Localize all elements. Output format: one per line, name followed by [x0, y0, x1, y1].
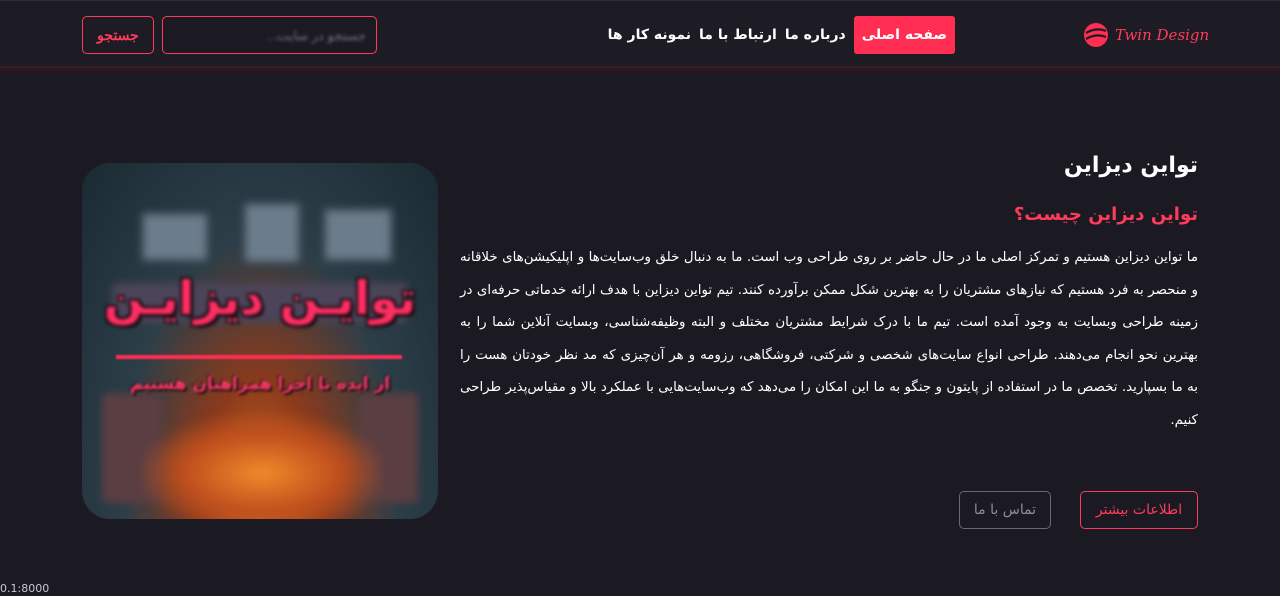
nav-item-portfolio[interactable]: نمونه کار ها: [608, 18, 691, 52]
more-info-button[interactable]: اطلاعات بیشتر: [1080, 491, 1198, 529]
description-text: ما تواین دیزاین هستیم و تمرکز اصلی ما در…: [460, 250, 1198, 428]
hero-image-subtitle: از ایده تا اجرا همراهتان هستیم: [129, 374, 391, 394]
section-subtitle: تواین دیزاین چیست؟: [1013, 204, 1198, 225]
hero-image-title: توایـن دیزایـن: [104, 271, 416, 325]
hero-image-background: [82, 163, 438, 519]
nav-item-home[interactable]: صفحه اصلی: [853, 16, 955, 54]
hero-image-divider: [116, 355, 402, 359]
about-section: تواین دیزاین تواین دیزاین چیست؟ ما تواین…: [460, 150, 1198, 437]
search-button[interactable]: جستجو: [82, 16, 154, 54]
brand-logo-icon: [1084, 23, 1108, 47]
brand[interactable]: Twin Design: [1083, 21, 1209, 49]
hero-image: توایـن دیزایـن از ایده تا اجرا همراهتان …: [82, 163, 438, 519]
navbar: Twin Design صفحه اصلی درباره ما ارتباط ب…: [0, 0, 1280, 68]
status-bar-url: 0.1:8000: [0, 582, 54, 596]
nav-item-contact[interactable]: ارتباط با ما: [699, 18, 777, 52]
search-input[interactable]: [162, 16, 377, 54]
brand-name: Twin Design: [1115, 26, 1210, 44]
nav-item-about[interactable]: درباره ما: [785, 18, 846, 52]
page-title: تواین دیزاین: [1063, 153, 1198, 178]
main-nav: صفحه اصلی درباره ما ارتباط با ما نمونه ک…: [608, 15, 955, 55]
contact-us-button[interactable]: تماس با ما: [959, 491, 1051, 529]
